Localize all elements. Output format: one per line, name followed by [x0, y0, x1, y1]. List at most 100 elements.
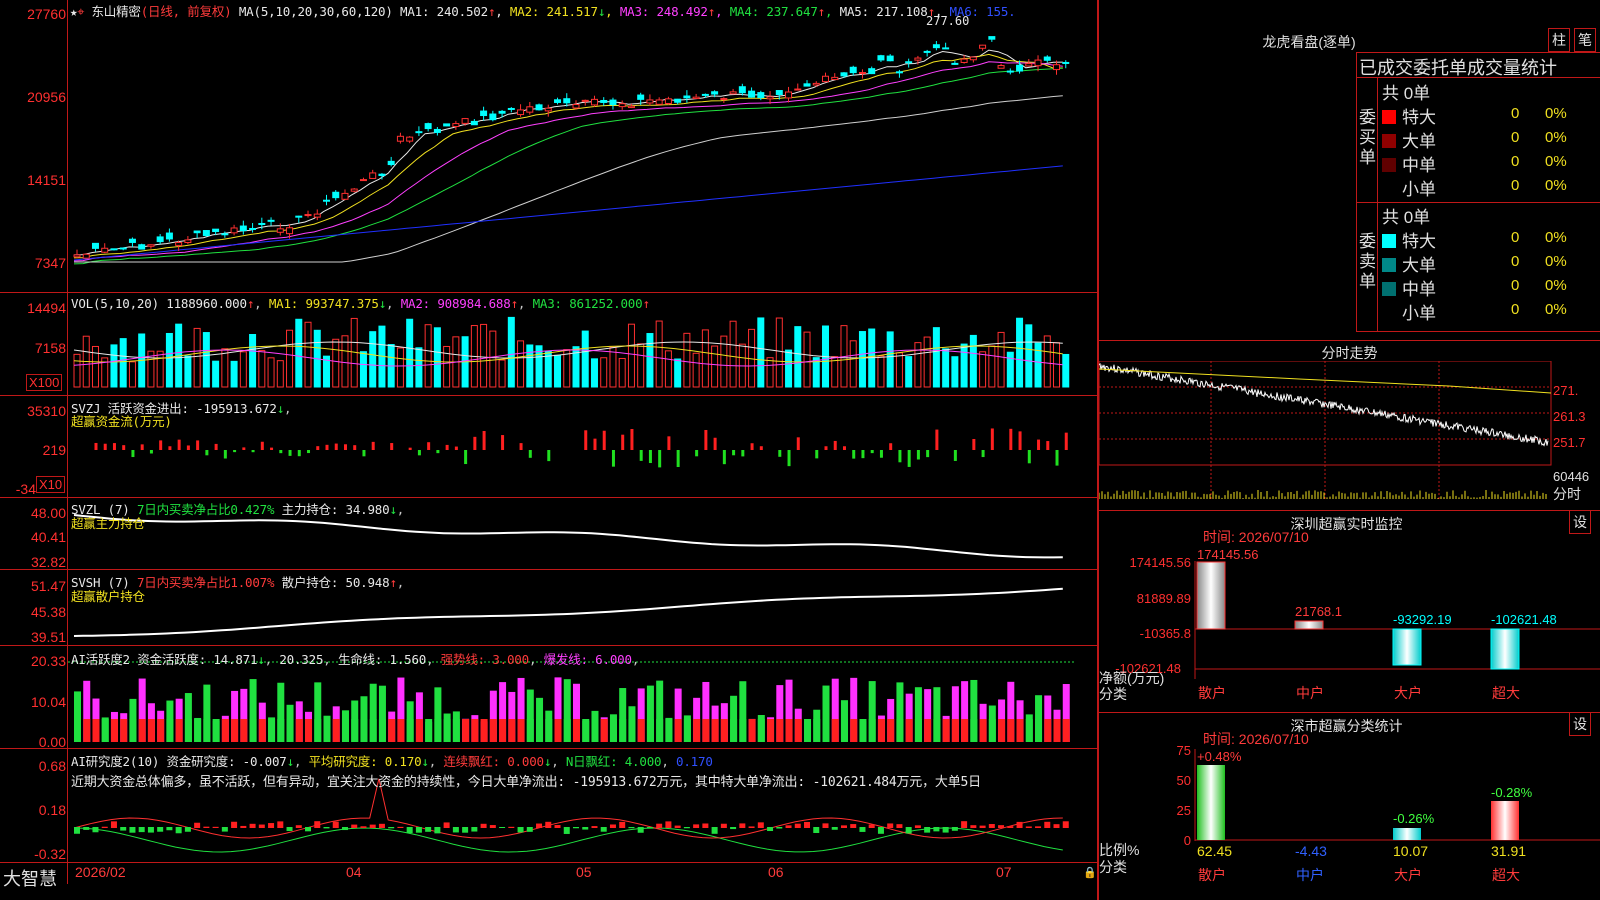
intraday-chart[interactable]	[1099, 361, 1600, 513]
fund-flow-bar	[464, 450, 468, 465]
candle	[452, 123, 460, 127]
research-bar	[859, 827, 866, 832]
fund-flow-bar	[926, 450, 930, 458]
volume-bar	[119, 338, 127, 388]
ai-burst-line: 爆发线: 6.000	[543, 652, 632, 667]
sell-pct: 0%	[1545, 229, 1567, 246]
candle	[988, 36, 996, 40]
active-base-bar	[203, 719, 211, 742]
research-bar	[757, 822, 764, 828]
svzj-unit-badge[interactable]: X10	[36, 476, 66, 493]
ma2-label: MA2: 241.517↓,	[509, 4, 613, 19]
research-bar	[877, 827, 884, 834]
classify-bar	[1197, 765, 1225, 840]
classify-y-label: 50	[1176, 773, 1191, 788]
sell-row-s: 小单	[1382, 299, 1436, 324]
candle	[1053, 64, 1061, 71]
research-bar	[563, 827, 570, 834]
fund-flow-bar	[316, 446, 320, 450]
ma3-label: MA3: 248.492↑,	[619, 4, 723, 19]
chart-mode[interactable]: (日线, 前复权)	[141, 4, 232, 19]
research-bar	[1053, 824, 1060, 828]
candle	[840, 72, 848, 77]
candle	[221, 233, 229, 236]
research-bar	[138, 827, 145, 833]
active-base-bar	[268, 719, 276, 742]
vol-unit-badge[interactable]: X100	[26, 374, 63, 391]
volume-bar	[997, 331, 1005, 388]
fund-flow-bar	[362, 450, 366, 457]
dragon-title: 龙虎看盘(逐单)	[1262, 34, 1356, 50]
fund-flow-bar	[353, 445, 357, 450]
intraday-panel[interactable]: 分时走势 271. 261.3 251.7 60446 分时	[1099, 340, 1600, 510]
research-bar	[305, 827, 312, 832]
active-base-bar	[277, 719, 285, 742]
candle	[193, 230, 201, 234]
research-bar	[425, 827, 432, 832]
volume-bar	[433, 327, 441, 388]
research-bar	[443, 822, 450, 828]
sell-count: 0	[1511, 277, 1520, 294]
research-bar	[212, 826, 219, 828]
volume-bar	[674, 358, 682, 388]
active-base-bar	[961, 719, 969, 742]
sell-side-label: 委卖单	[1359, 232, 1376, 291]
monitor-value: -93292.19	[1393, 612, 1452, 627]
candle	[1016, 64, 1024, 72]
candle	[119, 247, 127, 250]
volume-bar	[480, 323, 488, 388]
svsh-y-label: 39.51	[30, 629, 66, 645]
volume-bar	[858, 331, 866, 388]
candle	[535, 104, 543, 111]
candle	[701, 93, 709, 96]
candle	[147, 244, 155, 247]
research-bar	[748, 826, 755, 828]
pin-icon[interactable]: ⌖	[77, 4, 84, 19]
fund-flow-bar	[307, 450, 311, 454]
buy-pct: 0%	[1545, 177, 1567, 194]
svzl-subtitle: 超赢主力持仓	[71, 516, 145, 531]
tab-bar-chart[interactable]: 柱	[1548, 28, 1570, 52]
fund-flow-bar	[214, 443, 218, 450]
classify-value: 31.91	[1491, 843, 1527, 859]
ai-life-line: 生命线: 1.560	[337, 652, 427, 667]
x-axis-label: 04	[346, 864, 362, 880]
buy-pct: 0%	[1545, 129, 1567, 146]
stock-name: 东山精密	[91, 4, 141, 19]
candle	[498, 110, 506, 114]
active-base-bar	[1007, 719, 1015, 742]
active-base-bar	[184, 719, 192, 742]
sell-pct: 0%	[1545, 301, 1567, 318]
fund-flow-bar	[186, 445, 190, 450]
research-bar	[471, 827, 478, 832]
svzj-subtitle: 超赢资金流(万元)	[71, 414, 172, 429]
volume-bar	[369, 331, 377, 388]
research-bar	[1025, 826, 1032, 828]
volume-bar	[914, 342, 922, 388]
tab-pen[interactable]: 笔	[1574, 28, 1596, 52]
active-base-bar	[1062, 719, 1070, 742]
monitor-bar	[1392, 628, 1422, 666]
research-bar	[341, 827, 348, 831]
candle	[572, 104, 580, 109]
active-base-bar	[905, 719, 913, 742]
fund-flow-bar	[445, 444, 449, 450]
candle	[979, 44, 987, 49]
fund-flow-bar	[861, 450, 865, 459]
buy-row-s: 小单	[1382, 175, 1436, 200]
active-base-bar	[101, 719, 109, 742]
research-bar	[554, 825, 561, 828]
fund-flow-bar	[390, 443, 394, 450]
vol-header: VOL(5,10,20) 1188960.000↑, MA1: 993747.3…	[71, 296, 650, 311]
x-axis-label: 05	[576, 864, 592, 880]
active-base-bar	[341, 719, 349, 742]
fund-flow-bar	[547, 450, 551, 462]
fund-flow-bar	[436, 450, 440, 454]
volume-bar	[304, 321, 312, 388]
research-bar	[637, 827, 644, 833]
svzl-ratio: 7日内买卖净占比0.427%	[136, 502, 275, 517]
volume-bar	[230, 360, 238, 388]
fund-flow-bar	[824, 446, 828, 450]
volume-bar	[73, 353, 81, 388]
lock-icon[interactable]: 🔒	[1083, 866, 1097, 879]
